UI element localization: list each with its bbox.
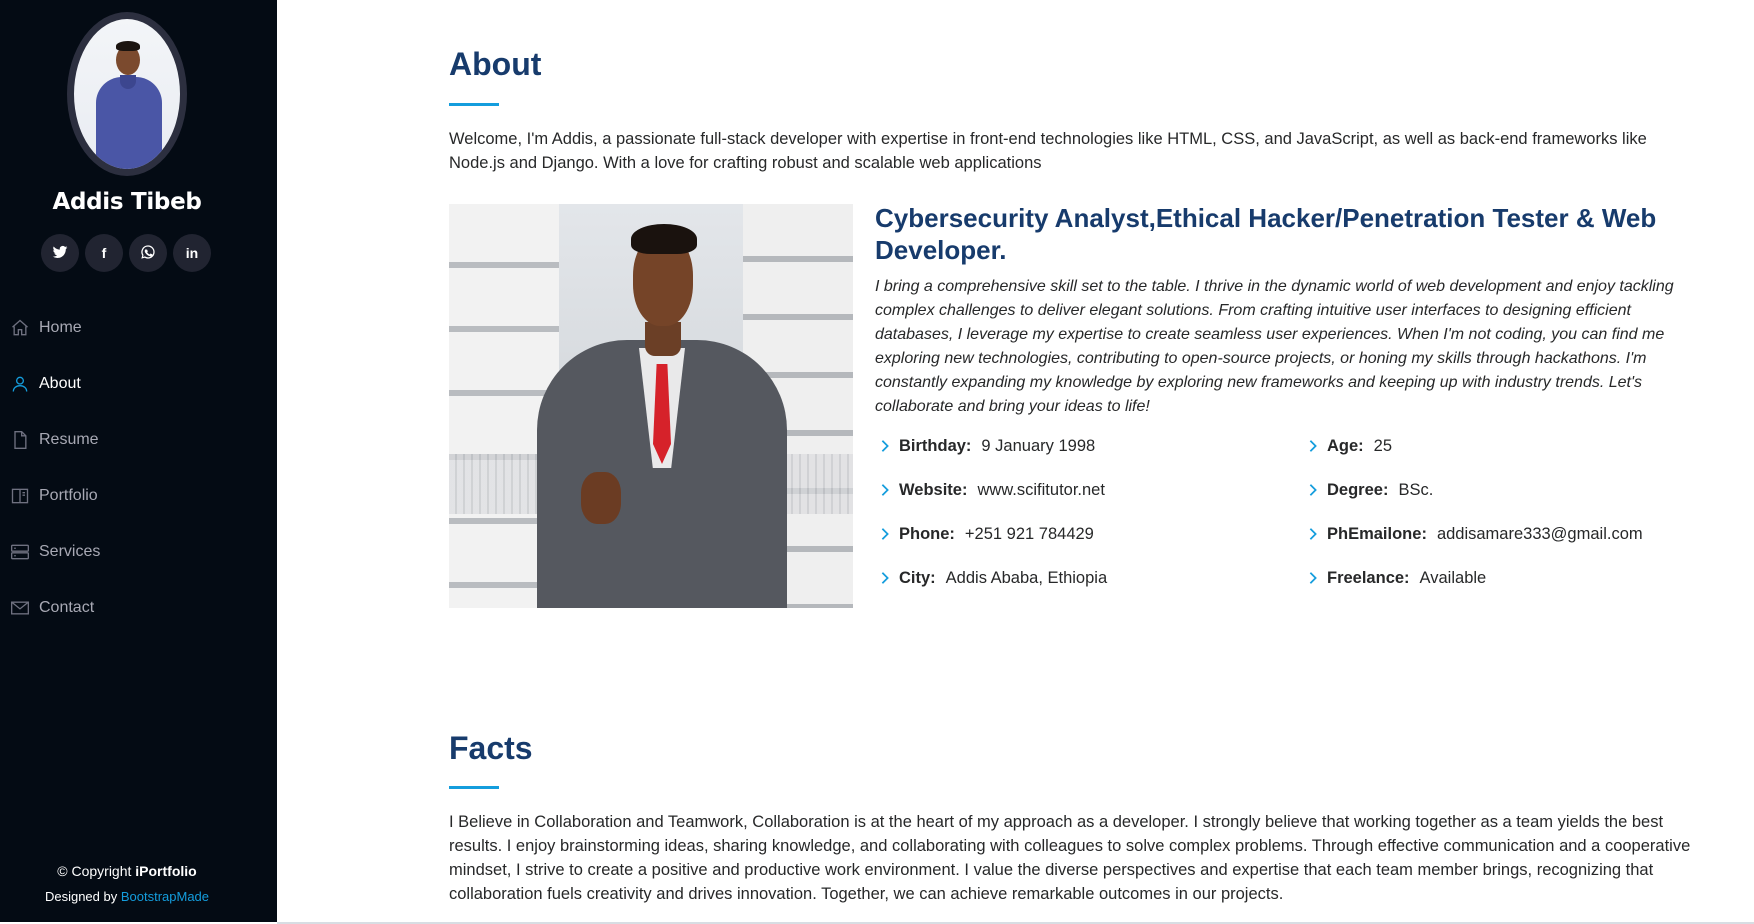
credits: Designed by BootstrapMade <box>44 889 210 904</box>
chevron-right-icon <box>878 571 894 587</box>
chevron-right-icon <box>1306 527 1322 543</box>
nav-item-resume[interactable]: Resume <box>0 412 277 468</box>
about-intro: Welcome, I'm Addis, a passionate full-st… <box>449 130 1647 172</box>
profile-avatar <box>67 12 187 176</box>
side-nav: Home About Resume Portfolio Services Con… <box>0 300 277 636</box>
twitter-link[interactable] <box>41 234 79 272</box>
chevron-right-icon <box>1306 571 1322 587</box>
chevron-right-icon <box>1306 483 1322 499</box>
sidebar: Addis Tibeb f in Home About Resume Portf… <box>0 0 277 922</box>
nav-item-label: Portfolio <box>39 487 98 504</box>
info-age: Age: 25 <box>1306 437 1392 456</box>
chevron-right-icon <box>878 439 894 455</box>
nav-item-label: Services <box>39 543 101 560</box>
info-birthday: Birthday: 9 January 1998 <box>878 437 1095 456</box>
info-phone: Phone: +251 921 784429 <box>878 525 1094 544</box>
nav-item-label: Home <box>39 319 82 336</box>
about-title: About <box>449 46 542 82</box>
sidebar-footer: © Copyright iPortfolio Designed by Boots… <box>0 859 254 909</box>
about-title-underline <box>449 103 499 106</box>
nav-item-home[interactable]: Home <box>0 300 277 356</box>
info-freelance: Freelance: Available <box>1306 569 1486 588</box>
profile-name[interactable]: Addis Tibeb <box>0 189 254 215</box>
facts-title-underline <box>449 786 499 789</box>
info-degree: Degree: BSc. <box>1306 481 1433 500</box>
info-website: Website: www.scifitutor.net <box>878 481 1105 500</box>
chevron-right-icon <box>878 483 894 499</box>
info-city: City: Addis Ababa, Ethiopia <box>878 569 1107 588</box>
social-links: f in <box>41 234 211 272</box>
linkedin-link[interactable]: in <box>173 234 211 272</box>
copyright: © Copyright iPortfolio <box>57 863 197 879</box>
nav-item-portfolio[interactable]: Portfolio <box>0 468 277 524</box>
nav-item-services[interactable]: Services <box>0 524 277 580</box>
facebook-link[interactable]: f <box>85 234 123 272</box>
book-icon <box>9 485 31 507</box>
profile-photo <box>449 204 853 608</box>
facebook-icon: f <box>101 245 107 261</box>
brand-name: iPortfolio <box>135 863 197 879</box>
nav-item-label: Contact <box>39 599 95 616</box>
role-title: Cybersecurity Analyst,Ethical Hacker/Pen… <box>875 203 1657 265</box>
main-content: About Welcome, I'm Addis, a passionate f… <box>277 0 1754 922</box>
nav-item-label: About <box>39 375 81 392</box>
nav-item-about[interactable]: About <box>0 356 277 412</box>
facts-title: Facts <box>449 730 533 766</box>
designer-link[interactable]: BootstrapMade <box>121 889 209 904</box>
chevron-right-icon <box>1306 439 1322 455</box>
nav-item-contact[interactable]: Contact <box>0 580 277 636</box>
home-icon <box>9 317 31 339</box>
file-icon <box>9 429 31 451</box>
envelope-icon <box>9 597 31 619</box>
facts-text: I Believe in Collaboration and Teamwork,… <box>449 813 1691 903</box>
linkedin-icon: in <box>185 245 199 261</box>
whatsapp-icon <box>140 244 156 263</box>
role-description: I bring a comprehensive skill set to the… <box>875 278 1674 415</box>
nav-item-label: Resume <box>39 431 99 448</box>
twitter-icon <box>52 244 68 263</box>
chevron-right-icon <box>878 527 894 543</box>
info-email: PhEmailone: addisamare333@gmail.com <box>1306 525 1643 544</box>
server-icon <box>9 541 31 563</box>
person-icon <box>9 373 31 395</box>
whatsapp-link[interactable] <box>129 234 167 272</box>
